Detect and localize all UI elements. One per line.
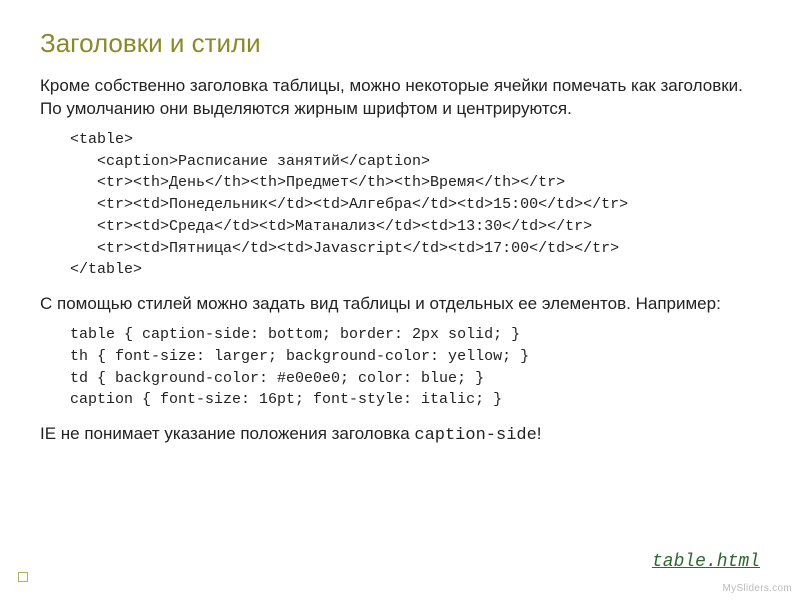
slide-marker-icon — [18, 572, 28, 582]
styles-paragraph: С помощью стилей можно задать вид таблиц… — [40, 293, 760, 316]
page-title: Заголовки и стили — [40, 28, 760, 59]
example-link[interactable]: table.html — [652, 552, 760, 572]
ie-note-suffix: ! — [537, 424, 542, 443]
ie-note-prefix: IE не понимает указание положения заголо… — [40, 424, 414, 443]
code-block-css: table { caption-side: bottom; border: 2p… — [70, 324, 760, 411]
ie-note: IE не понимает указание положения заголо… — [40, 423, 760, 448]
watermark-text: MySliders.com — [723, 583, 792, 594]
example-link-row: table.html — [652, 551, 760, 572]
intro-paragraph: Кроме собственно заголовка таблицы, можн… — [40, 75, 760, 121]
ie-note-code: caption-side — [414, 426, 536, 445]
code-block-html: <table> <caption>Расписание занятий</cap… — [70, 129, 760, 281]
